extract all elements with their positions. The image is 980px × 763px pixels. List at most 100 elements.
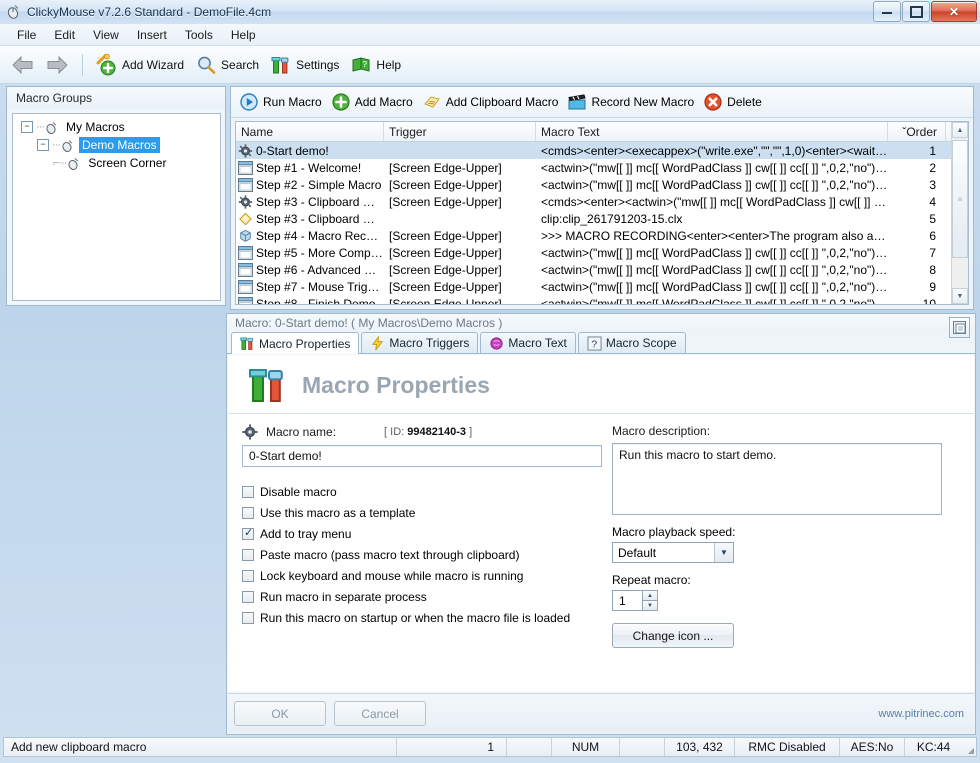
tree-item-my-macros[interactable]: − ··· My Macros <box>13 118 220 136</box>
add-macro-button[interactable]: Add Macro <box>329 90 420 114</box>
checkbox-row[interactable]: Run macro in separate process <box>242 586 602 607</box>
website-link[interactable]: www.pitrinec.com <box>878 708 964 720</box>
change-icon-button[interactable]: Change icon ... <box>612 623 734 648</box>
resize-grip-icon[interactable]: ◢ <box>962 738 976 756</box>
checkbox-icon[interactable] <box>242 506 254 519</box>
table-row[interactable]: 0-Start demo! <cmds><enter><execappex>("w… <box>236 142 968 159</box>
repeat-macro-stepper[interactable]: 1 ▲ ▼ <box>612 590 658 611</box>
back-button[interactable] <box>8 52 38 78</box>
tools-icon <box>249 369 283 402</box>
table-row[interactable]: Step #3 - Clipboard Ma... clip:clip_26179… <box>236 210 968 227</box>
toolbar-separator <box>82 53 83 76</box>
tab-macro-properties[interactable]: Macro Properties <box>231 332 360 354</box>
checkbox-row[interactable]: Disable macro <box>242 481 602 502</box>
record-new-macro-button[interactable]: Record New Macro <box>565 90 701 114</box>
checkbox-label: Disable macro <box>260 484 337 499</box>
menu-edit[interactable]: Edit <box>45 25 84 45</box>
table-row[interactable]: Step #2 - Simple Macro [Screen Edge-Upper… <box>236 176 968 193</box>
forward-button[interactable] <box>42 52 72 78</box>
repeat-macro-value[interactable]: 1 <box>612 590 642 611</box>
cell-trigger: [Screen Edge-Upper] <box>389 279 502 294</box>
mouse-icon <box>61 139 75 152</box>
close-button[interactable]: ✕ <box>931 1 977 22</box>
add-wizard-button[interactable]: Add Wizard <box>91 51 192 79</box>
search-button[interactable]: Search <box>192 52 267 78</box>
column-header-name[interactable]: Name <box>236 122 384 141</box>
checkbox-icon[interactable] <box>242 548 254 561</box>
window-icon <box>238 262 253 277</box>
macro-list-scrollbar[interactable]: ▲ ≡ ▼ <box>951 122 968 304</box>
ok-button[interactable]: OK <box>234 701 326 726</box>
macro-groups-tree[interactable]: − ··· My Macros − ··· Demo Macros ⌐··· S… <box>12 113 221 301</box>
cancel-button[interactable]: Cancel <box>334 701 426 726</box>
scroll-up-button[interactable]: ▲ <box>952 122 968 138</box>
table-row[interactable]: Step #1 - Welcome! [Screen Edge-Upper] <ac… <box>236 159 968 176</box>
checkbox-icon[interactable] <box>242 569 254 582</box>
checkbox-label: Run macro in separate process <box>260 589 427 604</box>
checkbox-icon[interactable] <box>242 611 254 624</box>
minimize-button[interactable] <box>873 1 901 22</box>
table-row[interactable]: Step #4 - Macro Recor... [Screen Edge-Upp… <box>236 227 968 244</box>
checkbox-icon[interactable] <box>242 485 254 498</box>
stepper-up-icon[interactable]: ▲ <box>642 590 658 600</box>
cell-order: 8 <box>929 262 936 277</box>
settings-button[interactable]: Settings <box>267 52 347 78</box>
checkbox-icon[interactable] <box>242 590 254 603</box>
tree-item-screen-corner[interactable]: ⌐··· Screen Corner <box>13 154 220 172</box>
help-button[interactable]: ? Help <box>347 52 409 78</box>
macro-name-input[interactable]: 0-Start demo! <box>242 445 602 467</box>
dialog-buttons: OK Cancel www.pitrinec.com <box>228 693 974 733</box>
cell-macro-text: <actwin>("mw[[ ]] mc[[ WordPadClass ]] c… <box>541 262 888 277</box>
checkbox-row[interactable]: Lock keyboard and mouse while macro is r… <box>242 565 602 586</box>
column-header-macro-text[interactable]: Macro Text <box>536 122 888 141</box>
cell-order: 1 <box>929 143 936 158</box>
add-clipboard-macro-label: Add Clipboard Macro <box>445 95 559 109</box>
svg-text:?: ? <box>591 339 597 350</box>
stepper-buttons: ▲ ▼ <box>642 590 658 611</box>
record-new-macro-label: Record New Macro <box>591 95 695 109</box>
scroll-down-button[interactable]: ▼ <box>952 288 968 304</box>
add-clipboard-macro-button[interactable]: Add Clipboard Macro <box>420 90 566 114</box>
macro-id: [ ID: 99482140-3 ] <box>384 426 472 438</box>
cell-macro-text: <actwin>("mw[[ ]] mc[[ WordPadClass ]] c… <box>541 160 888 175</box>
menu-insert[interactable]: Insert <box>128 25 176 45</box>
run-macro-button[interactable]: Run Macro <box>237 90 329 114</box>
panel-restore-icon[interactable] <box>949 317 970 338</box>
cell-order: 5 <box>929 211 936 226</box>
table-row[interactable]: Step #7 - Mouse Trigge... [Screen Edge-Up… <box>236 278 968 295</box>
tab-macro-scope[interactable]: ? Macro Scope <box>577 332 686 353</box>
maximize-button[interactable] <box>902 1 930 22</box>
playback-speed-select[interactable]: Default ▼ <box>612 542 734 563</box>
column-header-order[interactable]: ˇOrder <box>888 122 946 141</box>
cell-trigger: [Screen Edge-Upper] <box>389 245 502 260</box>
cell-order: 4 <box>929 194 936 209</box>
table-row[interactable]: Step #6 - Advanced Sc... [Screen Edge-Upp… <box>236 261 968 278</box>
checkbox-checked-icon[interactable] <box>242 527 254 540</box>
tree-item-demo-macros[interactable]: − ··· Demo Macros <box>13 136 220 154</box>
tab-macro-triggers[interactable]: Macro Triggers <box>361 332 479 353</box>
expander-icon[interactable]: − <box>21 121 33 133</box>
table-row[interactable]: Step #8 - Finish Demo [Screen Edge-Upper]… <box>236 295 968 304</box>
cell-order: 6 <box>929 228 936 243</box>
menu-file[interactable]: File <box>8 25 45 45</box>
checkbox-row[interactable]: Run this macro on startup or when the ma… <box>242 607 602 628</box>
tab-macro-text[interactable]: Macro Text <box>480 332 576 353</box>
chevron-down-icon[interactable]: ▼ <box>714 543 733 562</box>
checkbox-label: Paste macro (pass macro text through cli… <box>260 547 520 562</box>
table-row[interactable]: Step #3 - Clipboard Ma... [Screen Edge-Up… <box>236 193 968 210</box>
scroll-thumb[interactable]: ≡ <box>952 140 968 258</box>
menu-view[interactable]: View <box>84 25 128 45</box>
expander-icon[interactable]: − <box>37 139 49 151</box>
menu-tools[interactable]: Tools <box>176 25 222 45</box>
cell-macro-text: clip:clip_261791203-15.clx <box>541 211 683 226</box>
checkbox-row[interactable]: Add to tray menu <box>242 523 602 544</box>
checkbox-row[interactable]: Use this macro as a template <box>242 502 602 523</box>
delete-macro-button[interactable]: Delete <box>701 90 769 114</box>
column-header-trigger[interactable]: Trigger <box>384 122 536 141</box>
checkbox-row[interactable]: Paste macro (pass macro text through cli… <box>242 544 602 565</box>
stepper-down-icon[interactable]: ▼ <box>642 600 658 611</box>
table-row[interactable]: Step #5 - More Comple... [Screen Edge-Upp… <box>236 244 968 261</box>
window-icon <box>238 279 253 294</box>
menu-help[interactable]: Help <box>222 25 265 45</box>
macro-description-input[interactable]: Run this macro to start demo. <box>612 443 942 515</box>
